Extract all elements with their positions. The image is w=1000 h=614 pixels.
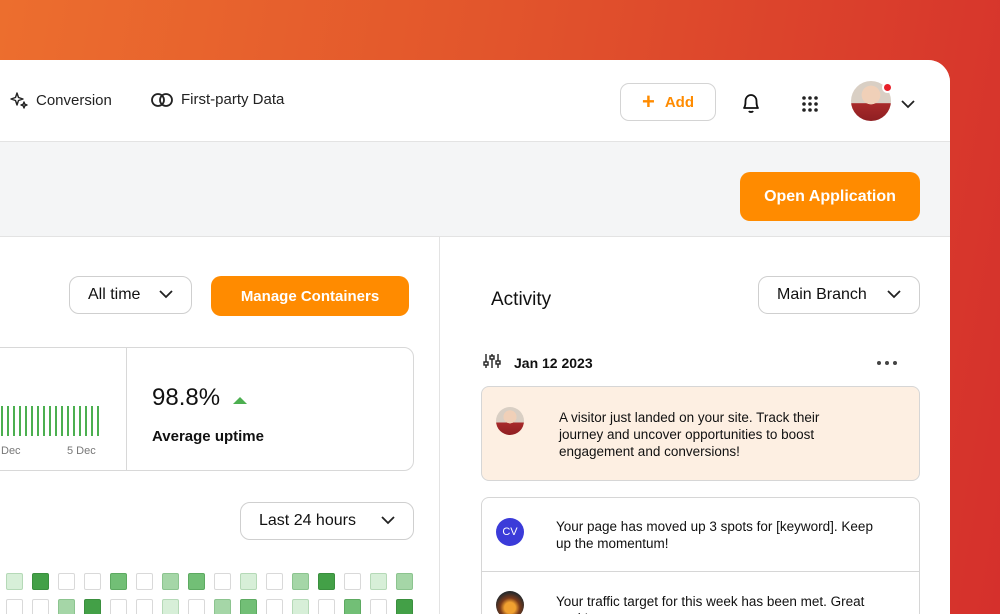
activity-text: Your traffic target for this week has be…	[556, 594, 865, 614]
notification-dot	[882, 82, 893, 93]
tick-label: Dec	[1, 445, 21, 457]
sub-header: Open Application	[0, 142, 950, 237]
chevron-down-icon[interactable]	[900, 96, 916, 114]
heatmap-cell	[58, 599, 75, 614]
app-window: Conversion First-party Data + Add Open A…	[0, 60, 950, 614]
open-application-button[interactable]: Open Application	[740, 172, 920, 221]
heatmap-cell	[318, 573, 335, 590]
heatmap-cell	[214, 599, 231, 614]
user-avatar[interactable]	[851, 81, 893, 121]
range-filter-value: Last 24 hours	[259, 512, 356, 529]
heatmap-cell	[162, 599, 179, 614]
uptime-value: 98.8%	[152, 384, 248, 412]
heatmap-cell	[84, 573, 101, 590]
avatar	[496, 591, 524, 614]
heatmap-cell	[266, 599, 283, 614]
heatmap-cell	[162, 573, 179, 590]
more-options-icon[interactable]	[877, 361, 897, 365]
heatmap-cell	[344, 573, 361, 590]
avatar: CV	[496, 518, 524, 546]
heatmap-cell	[396, 599, 413, 614]
heatmap-cell	[266, 573, 283, 590]
trend-up-icon	[232, 384, 248, 412]
add-button[interactable]: + Add	[620, 83, 716, 121]
heatmap-cell	[318, 599, 335, 614]
heatmap-cell	[292, 573, 309, 590]
uptime-bars-chart	[1, 406, 99, 436]
add-button-label: Add	[664, 93, 695, 111]
heatmap-cell	[6, 599, 23, 614]
activity-text: A visitor just landed on your site. Trac…	[559, 410, 820, 459]
heatmap-cell	[110, 573, 127, 590]
heatmap-cell	[110, 599, 127, 614]
chevron-down-icon	[158, 286, 174, 304]
nav-item-label: Conversion	[36, 91, 112, 109]
heatmap-cell	[136, 599, 153, 614]
heatmap-cell	[370, 573, 387, 590]
heatmap-cell	[214, 573, 231, 590]
heatmap-cell	[396, 573, 413, 590]
top-nav: Conversion First-party Data + Add	[0, 60, 950, 142]
heatmap-cell	[188, 573, 205, 590]
branch-value: Main Branch	[777, 286, 867, 303]
range-filter-select[interactable]: Last 24 hours	[240, 502, 414, 540]
stats-divider	[126, 348, 127, 470]
activity-date: Jan 12 2023	[514, 354, 593, 371]
panel-divider	[439, 237, 440, 614]
sparkle-icon	[10, 91, 28, 109]
activity-item[interactable]: A visitor just landed on your site. Trac…	[481, 386, 920, 481]
heatmap-cell	[188, 599, 205, 614]
chevron-down-icon	[886, 286, 902, 304]
heatmap-cell	[240, 573, 257, 590]
manage-containers-button[interactable]: Manage Containers	[211, 276, 409, 316]
nav-item-label: First-party Data	[181, 91, 285, 108]
activity-title: Activity	[491, 289, 552, 310]
heatmap-cell	[32, 599, 49, 614]
time-filter-select[interactable]: All time	[69, 276, 192, 314]
divider	[482, 571, 919, 572]
heatmap-cell	[84, 599, 101, 614]
bell-icon[interactable]	[741, 92, 761, 119]
plus-icon: +	[641, 89, 655, 114]
stats-card: Dec 5 Dec 98.8% Average uptime	[0, 347, 414, 471]
filter-sliders-icon[interactable]	[483, 353, 501, 372]
heatmap-cell	[370, 599, 387, 614]
chevron-down-icon	[380, 512, 396, 530]
heatmap-cell	[292, 599, 309, 614]
overlap-circles-icon	[151, 92, 173, 108]
heatmap-cell	[32, 573, 49, 590]
avatar	[496, 407, 524, 435]
heatmap-cell	[136, 573, 153, 590]
apps-grid-icon[interactable]	[801, 95, 819, 118]
branch-select[interactable]: Main Branch	[758, 276, 920, 314]
heatmap-cell	[344, 599, 361, 614]
heatmap-cell	[6, 573, 23, 590]
tick-label: 5 Dec	[67, 445, 96, 457]
uptime-label: Average uptime	[152, 428, 264, 445]
activity-text: Your page has moved up 3 spots for [keyw…	[556, 519, 873, 551]
time-filter-value: All time	[88, 286, 141, 303]
nav-item-conversion[interactable]: Conversion	[10, 91, 112, 109]
uptime-value-text: 98.8%	[152, 384, 221, 411]
activity-list: CV Your page has moved up 3 spots for [k…	[481, 497, 920, 614]
heatmap-cell	[58, 573, 75, 590]
activity-date-row: Jan 12 2023	[483, 353, 593, 372]
nav-item-first-party-data[interactable]: First-party Data	[151, 91, 284, 108]
heatmap-cell	[240, 599, 257, 614]
